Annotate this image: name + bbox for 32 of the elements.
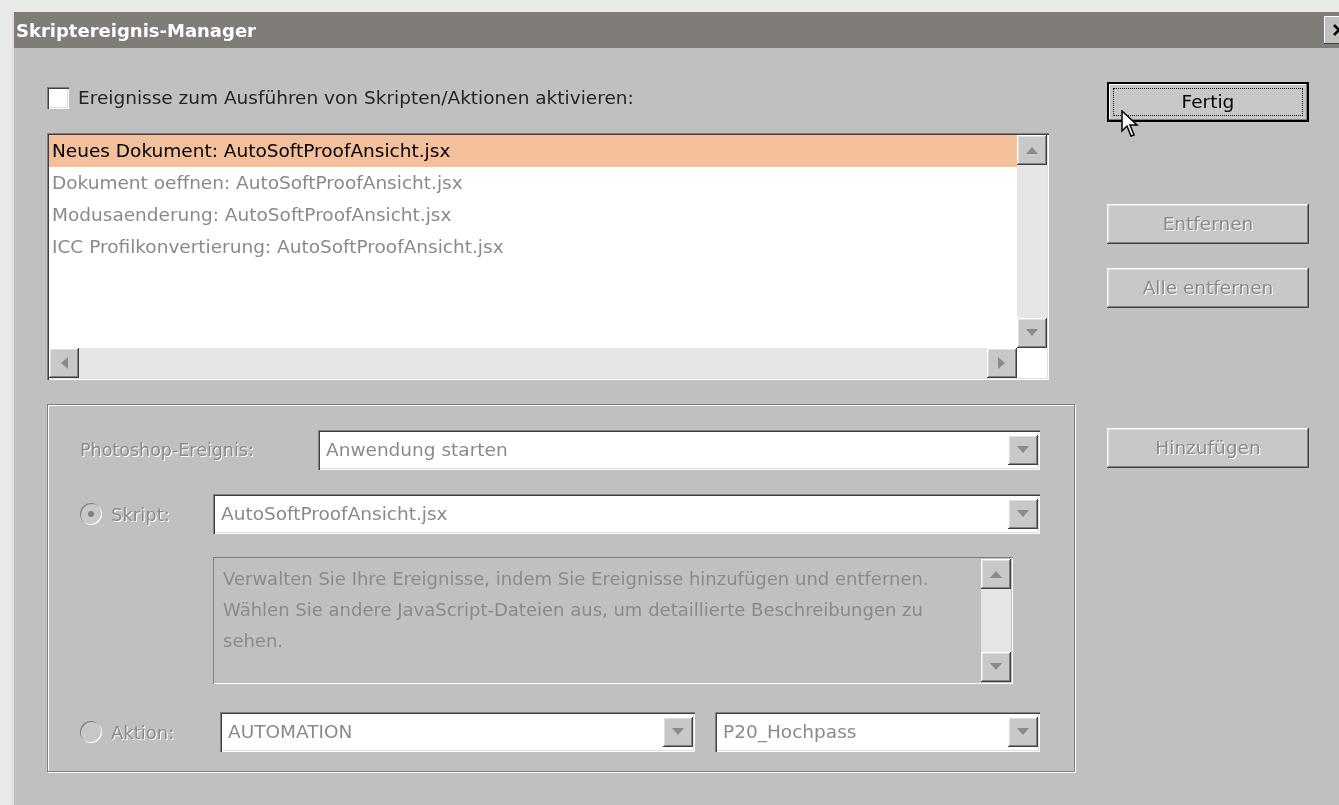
scroll-left-button[interactable] (49, 348, 79, 378)
arrow-up-icon (990, 570, 1002, 578)
scroll-down-button[interactable] (1017, 318, 1047, 348)
checkbox[interactable] (47, 87, 69, 109)
scroll-down-button[interactable] (981, 652, 1011, 682)
combo-value: Anwendung starten (326, 438, 508, 463)
arrow-left-icon (60, 357, 68, 369)
vertical-scrollbar[interactable] (1017, 135, 1047, 348)
arrow-down-icon (1026, 329, 1038, 337)
checkbox-label: Ereignisse zum Ausführen von Skripten/Aktionen aktivieren: (78, 86, 634, 111)
arrow-up-icon (1026, 146, 1038, 154)
scroll-right-button[interactable] (987, 348, 1017, 378)
scroll-up-button[interactable] (981, 559, 1011, 589)
cursor-icon (1121, 110, 1139, 138)
scroll-up-button[interactable] (1017, 135, 1047, 165)
arrow-down-icon (672, 728, 684, 736)
window-title: Skriptereignis-Manager (15, 18, 256, 43)
arrow-down-icon (1017, 510, 1029, 518)
combo-value: AutoSoftProofAnsicht.jsx (221, 502, 448, 527)
list-item[interactable]: ICC Profilkonvertierung: AutoSoftProofAnsicht.jsx (49, 231, 1017, 263)
arrow-right-icon (998, 357, 1006, 369)
list-item[interactable]: Dokument oeffnen: AutoSoftProofAnsicht.jsx (49, 167, 1017, 199)
field-label: Photoshop-Ereignis: (80, 438, 255, 462)
arrow-down-icon (1017, 728, 1029, 736)
arrow-down-icon (990, 663, 1002, 671)
arrow-down-icon (1017, 446, 1029, 454)
combo-value: AUTOMATION (228, 720, 353, 745)
list-item[interactable]: Neues Dokument: AutoSoftProofAnsicht.jsx (49, 135, 1017, 167)
list-item[interactable]: Modusaenderung: AutoSoftProofAnsicht.jsx (49, 199, 1017, 231)
horizontal-scrollbar[interactable] (49, 348, 1017, 378)
radio-label: Skript: (111, 502, 170, 527)
combo-value: P20_Hochpass (723, 720, 857, 745)
